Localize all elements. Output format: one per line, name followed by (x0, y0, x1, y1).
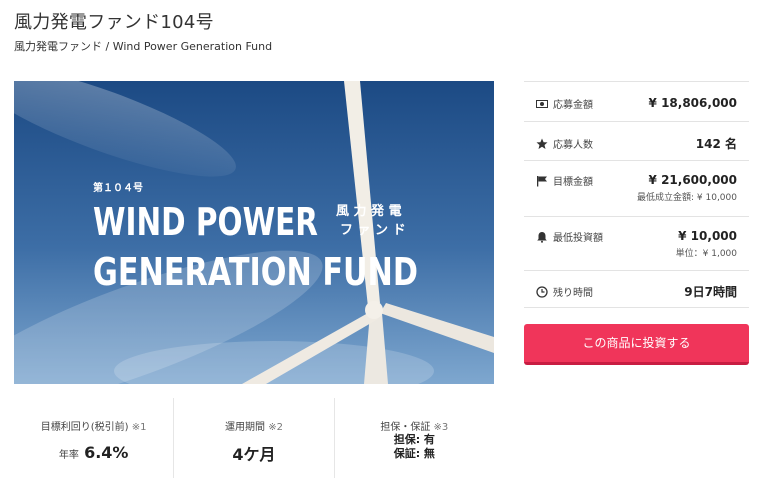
bell-icon (537, 231, 547, 243)
wind-turbine-illustration: 第１０４号 WIND POWER GENERATION FUND 風 力 発 電… (14, 81, 494, 384)
target-amount-label: 目標金額 (553, 177, 593, 188)
applicants-value: 142 名 (695, 137, 737, 151)
applicants-row: 応募人数 142 名 (524, 121, 749, 160)
clock-icon (536, 285, 548, 298)
operation-period-label: 運用期間 ※2 (225, 422, 283, 433)
fund-stats: 目標利回り(税引前) ※1 年率 6.4% 運用期間 ※2 4ケ月 担保・保証 … (14, 398, 494, 478)
target-amount-row: 目標金額 ¥ 21,600,000 最低成立金額: ¥ 10,000 (524, 160, 749, 216)
hero-jp-line2: フ ァ ン ド (340, 223, 406, 238)
page-title: 風力発電ファンド104号 (14, 12, 214, 33)
page-subtitle: 風力発電ファンド / Wind Power Generation Fund (14, 40, 273, 53)
min-investment-row: 最低投資額 ¥ 10,000 単位：¥ 1,000 (524, 216, 749, 270)
remaining-time-label: 残り時間 (553, 288, 593, 299)
target-yield-value: 年率 6.4% (58, 443, 129, 462)
min-establish-amount: 最低成立金額: ¥ 10,000 (637, 193, 737, 203)
fund-summary-panel: 応募金額 ¥ 18,806,000 応募人数 142 名 目標金額 ¥ 21,6… (524, 81, 749, 308)
star-icon (536, 138, 548, 149)
applied-amount-label: 応募金額 (553, 100, 593, 111)
min-investment-value: ¥ 10,000 (678, 229, 737, 243)
hero-line2: GENERATION FUND (93, 250, 418, 294)
hero-image: 第１０４号 WIND POWER GENERATION FUND 風 力 発 電… (14, 81, 494, 384)
money-icon (536, 99, 548, 108)
collateral-label: 担保・保証 ※3 (380, 422, 449, 433)
collateral-stat: 担保・保証 ※3 担保: 有 保証: 無 (335, 398, 494, 478)
hero-badge: 第１０４号 (93, 181, 143, 194)
hero-line1: WIND POWER (93, 200, 318, 244)
applicants-label: 応募人数 (553, 140, 593, 151)
applied-amount-row: 応募金額 ¥ 18,806,000 (524, 81, 749, 121)
operation-period-value: 4ケ月 (232, 445, 276, 464)
investment-unit: 単位：¥ 1,000 (675, 249, 737, 259)
target-amount-value: ¥ 21,600,000 (648, 173, 737, 187)
remaining-time-value: 9日7時間 (684, 285, 737, 299)
guarantee-value: 保証: 無 (393, 447, 435, 460)
remaining-time-row: 残り時間 9日7時間 (524, 270, 749, 308)
hero-jp-line1: 風 力 発 電 (336, 203, 402, 219)
applied-amount-value: ¥ 18,806,000 (648, 96, 737, 110)
operation-period-stat: 運用期間 ※2 4ケ月 (174, 398, 335, 478)
min-investment-label: 最低投資額 (553, 233, 603, 244)
invest-button[interactable]: この商品に投資する (524, 324, 749, 365)
target-yield-stat: 目標利回り(税引前) ※1 年率 6.4% (14, 398, 175, 478)
flag-icon (537, 175, 547, 186)
target-yield-label: 目標利回り(税引前) ※1 (40, 422, 147, 433)
collateral-value: 担保: 有 (393, 433, 435, 446)
